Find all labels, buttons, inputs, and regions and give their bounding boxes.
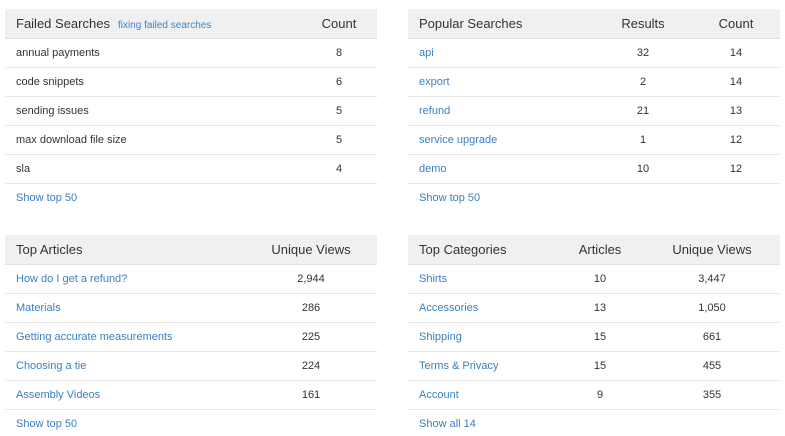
search-count: 8 <box>335 47 343 59</box>
table-row: demo 10 12 <box>408 155 780 184</box>
table-row: Terms & Privacy 15 455 <box>408 352 780 381</box>
search-term: sending issues <box>16 105 89 117</box>
popular-searches-panel: Popular Searches Results Count api 32 14… <box>408 9 780 213</box>
table-row: Getting accurate measurements 225 <box>5 323 377 352</box>
article-views: 225 <box>301 331 321 343</box>
table-row: max download file size 5 <box>5 126 377 155</box>
category-articles: 9 <box>596 389 604 401</box>
search-term-link[interactable]: export <box>419 68 450 97</box>
article-views: 2,944 <box>297 273 325 285</box>
column-header-unique-views: Unique Views <box>672 242 752 257</box>
category-articles: 15 <box>593 331 607 343</box>
failed-searches-header: Failed Searches fixing failed searches Co… <box>5 9 377 39</box>
popular-searches-title: Popular Searches <box>419 16 523 31</box>
failed-searches-footer: Show top 50 <box>5 184 377 213</box>
category-articles: 10 <box>593 273 607 285</box>
search-count: 6 <box>335 76 343 88</box>
article-views: 286 <box>301 302 321 314</box>
search-results: 21 <box>636 105 650 117</box>
category-link[interactable]: Accessories <box>419 294 478 323</box>
article-link[interactable]: Assembly Videos <box>16 381 100 410</box>
top-articles-footer: Show top 50 <box>5 410 377 436</box>
search-term: code snippets <box>16 76 84 88</box>
table-row: Choosing a tie 224 <box>5 352 377 381</box>
top-articles-title: Top Articles <box>16 242 83 257</box>
search-term: annual payments <box>16 47 100 59</box>
table-row: Materials 286 <box>5 294 377 323</box>
top-articles-header: Top Articles Unique Views <box>5 235 377 265</box>
show-top-50-link[interactable]: Show top 50 <box>419 184 480 213</box>
show-top-50-link[interactable]: Show top 50 <box>16 410 77 436</box>
column-header-unique-views: Unique Views <box>271 242 351 257</box>
table-row: code snippets 6 <box>5 68 377 97</box>
top-categories-title: Top Categories <box>419 242 507 257</box>
table-row: sla 4 <box>5 155 377 184</box>
search-results: 2 <box>639 76 647 88</box>
category-views: 1,050 <box>698 302 726 314</box>
article-views: 161 <box>301 389 321 401</box>
show-top-50-link[interactable]: Show top 50 <box>16 184 77 213</box>
top-categories-header: Top Categories Articles Unique Views <box>408 235 780 265</box>
search-count: 13 <box>729 105 743 117</box>
table-row: annual payments 8 <box>5 39 377 68</box>
column-header-count: Count <box>718 16 754 31</box>
search-count: 12 <box>729 134 743 146</box>
search-term-link[interactable]: refund <box>419 97 450 126</box>
top-categories-footer: Show all 14 <box>408 410 780 436</box>
search-results: 10 <box>636 163 650 175</box>
category-link[interactable]: Shirts <box>419 265 447 294</box>
table-row: Assembly Videos 161 <box>5 381 377 410</box>
search-term: sla <box>16 163 31 175</box>
search-results: 32 <box>636 47 650 59</box>
category-articles: 15 <box>593 360 607 372</box>
top-articles-panel: Top Articles Unique Views How do I get a… <box>5 235 377 436</box>
search-count: 5 <box>335 134 343 146</box>
table-row: refund 21 13 <box>408 97 780 126</box>
category-views: 661 <box>702 331 722 343</box>
table-row: Account 9 355 <box>408 381 780 410</box>
article-link[interactable]: How do I get a refund? <box>16 265 127 294</box>
search-count: 12 <box>729 163 743 175</box>
category-link[interactable]: Terms & Privacy <box>419 352 498 381</box>
search-count: 14 <box>729 47 743 59</box>
table-row: How do I get a refund? 2,944 <box>5 265 377 294</box>
search-term-link[interactable]: service upgrade <box>419 126 497 155</box>
table-row: Accessories 13 1,050 <box>408 294 780 323</box>
table-row: Shirts 10 3,447 <box>408 265 780 294</box>
article-link[interactable]: Materials <box>16 294 61 323</box>
popular-searches-header: Popular Searches Results Count <box>408 9 780 39</box>
article-views: 224 <box>301 360 321 372</box>
top-categories-panel: Top Categories Articles Unique Views Shi… <box>408 235 780 436</box>
column-header-results: Results <box>621 16 665 31</box>
category-articles: 13 <box>593 302 607 314</box>
article-link[interactable]: Choosing a tie <box>16 352 86 381</box>
search-results: 1 <box>639 134 647 146</box>
category-views: 355 <box>702 389 722 401</box>
category-views: 455 <box>702 360 722 372</box>
table-row: export 2 14 <box>408 68 780 97</box>
column-header-articles: Articles <box>578 242 622 257</box>
table-row: api 32 14 <box>408 39 780 68</box>
category-link[interactable]: Account <box>419 381 459 410</box>
table-row: service upgrade 1 12 <box>408 126 780 155</box>
search-term-link[interactable]: demo <box>419 155 447 184</box>
search-count: 14 <box>729 76 743 88</box>
show-all-14-link[interactable]: Show all 14 <box>419 410 476 436</box>
category-views: 3,447 <box>698 273 726 285</box>
failed-searches-panel: Failed Searches fixing failed searches Co… <box>5 9 377 213</box>
popular-searches-footer: Show top 50 <box>408 184 780 213</box>
fixing-failed-searches-link[interactable]: fixing failed searches <box>118 20 211 31</box>
table-row: Shipping 15 661 <box>408 323 780 352</box>
search-term-link[interactable]: api <box>419 39 434 68</box>
search-count: 5 <box>335 105 343 117</box>
column-header-count: Count <box>321 16 357 31</box>
search-term: max download file size <box>16 134 127 146</box>
failed-searches-title: Failed Searches <box>16 16 110 31</box>
table-row: sending issues 5 <box>5 97 377 126</box>
search-count: 4 <box>335 163 343 175</box>
category-link[interactable]: Shipping <box>419 323 462 352</box>
article-link[interactable]: Getting accurate measurements <box>16 323 173 352</box>
